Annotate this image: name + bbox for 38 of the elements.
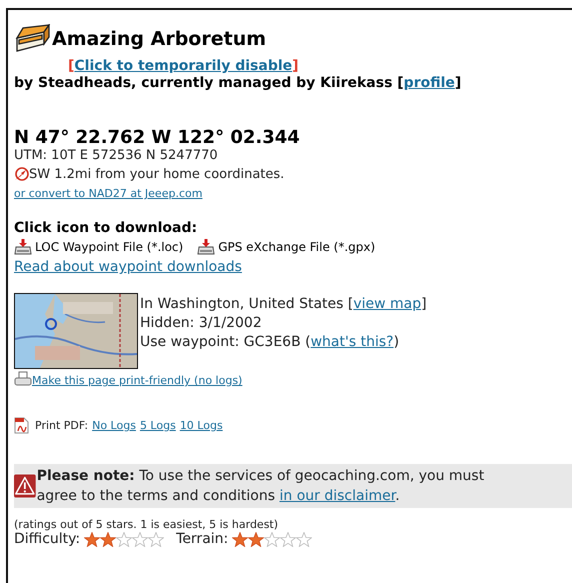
cache-title: Amazing Arboretum — [52, 28, 266, 50]
location-text: In Washington, United States [view map] — [140, 295, 427, 314]
notice-text: Please note: To use the services of geocaching.com, you must agree to the terms and conditions in our disclaimer. — [36, 467, 486, 506]
rating-label: Terrain: — [176, 531, 228, 547]
disable-link-line: [Click to temporarily disable] — [68, 58, 300, 74]
filled-star-icon — [248, 532, 264, 546]
pdf-link[interactable]: 10 Logs — [180, 419, 223, 432]
whats-this-link[interactable]: what's this? — [310, 334, 394, 350]
download-icon — [14, 238, 32, 255]
print-friendly-link[interactable]: Make this page print-friendly (no logs) — [32, 374, 242, 387]
filled-star-icon — [84, 532, 100, 546]
waypoint-text: Use waypoint: GC3E6B (what's this?) — [140, 333, 400, 352]
pdf-icon — [14, 417, 29, 434]
waypoint-info-link[interactable]: Read about waypoint downloads — [14, 259, 242, 275]
coordinates-text: N 47° 22.762 W 122° 02.344 — [14, 127, 301, 148]
owner-text: by Steadheads, currently managed by Kiirekass [profile] — [14, 75, 462, 91]
pdf-link[interactable]: 5 Logs — [140, 419, 176, 432]
pdf-link[interactable]: No Logs — [92, 419, 136, 432]
disable-link[interactable]: Click to temporarily disable — [74, 58, 292, 74]
file-link[interactable]: GPS eXchange File (*.gpx) — [218, 240, 376, 254]
download-icon — [197, 238, 216, 255]
distance-text: SW 1.2mi from your home coordinates. — [29, 167, 284, 182]
view-map-link[interactable]: view map — [353, 296, 422, 312]
compass-icon — [14, 167, 29, 182]
printer-icon — [14, 371, 32, 387]
disclaimer-link[interactable]: in our disclaimer — [279, 488, 396, 504]
rating-label: Difficulty: — [14, 531, 80, 547]
utm-text: UTM: 10T E 572536 N 5247770 — [14, 148, 219, 163]
download-heading: Click icon to download: — [14, 220, 198, 236]
convert-link[interactable]: or convert to NAD27 at Jeeep.com — [14, 187, 202, 200]
cache-box-icon — [14, 24, 50, 54]
ratings-note: (ratings out of 5 stars. 1 is easiest, 5 is hardest) — [14, 518, 280, 531]
hidden-date: Hidden: 3/1/2002 — [140, 314, 263, 333]
file-link[interactable]: LOC Waypoint File (*.loc) — [35, 240, 184, 254]
profile-link[interactable]: profile — [404, 75, 455, 91]
pdf-label: Print PDF: — [35, 419, 88, 432]
filled-star-icon — [232, 532, 248, 546]
filled-star-icon — [100, 532, 116, 546]
